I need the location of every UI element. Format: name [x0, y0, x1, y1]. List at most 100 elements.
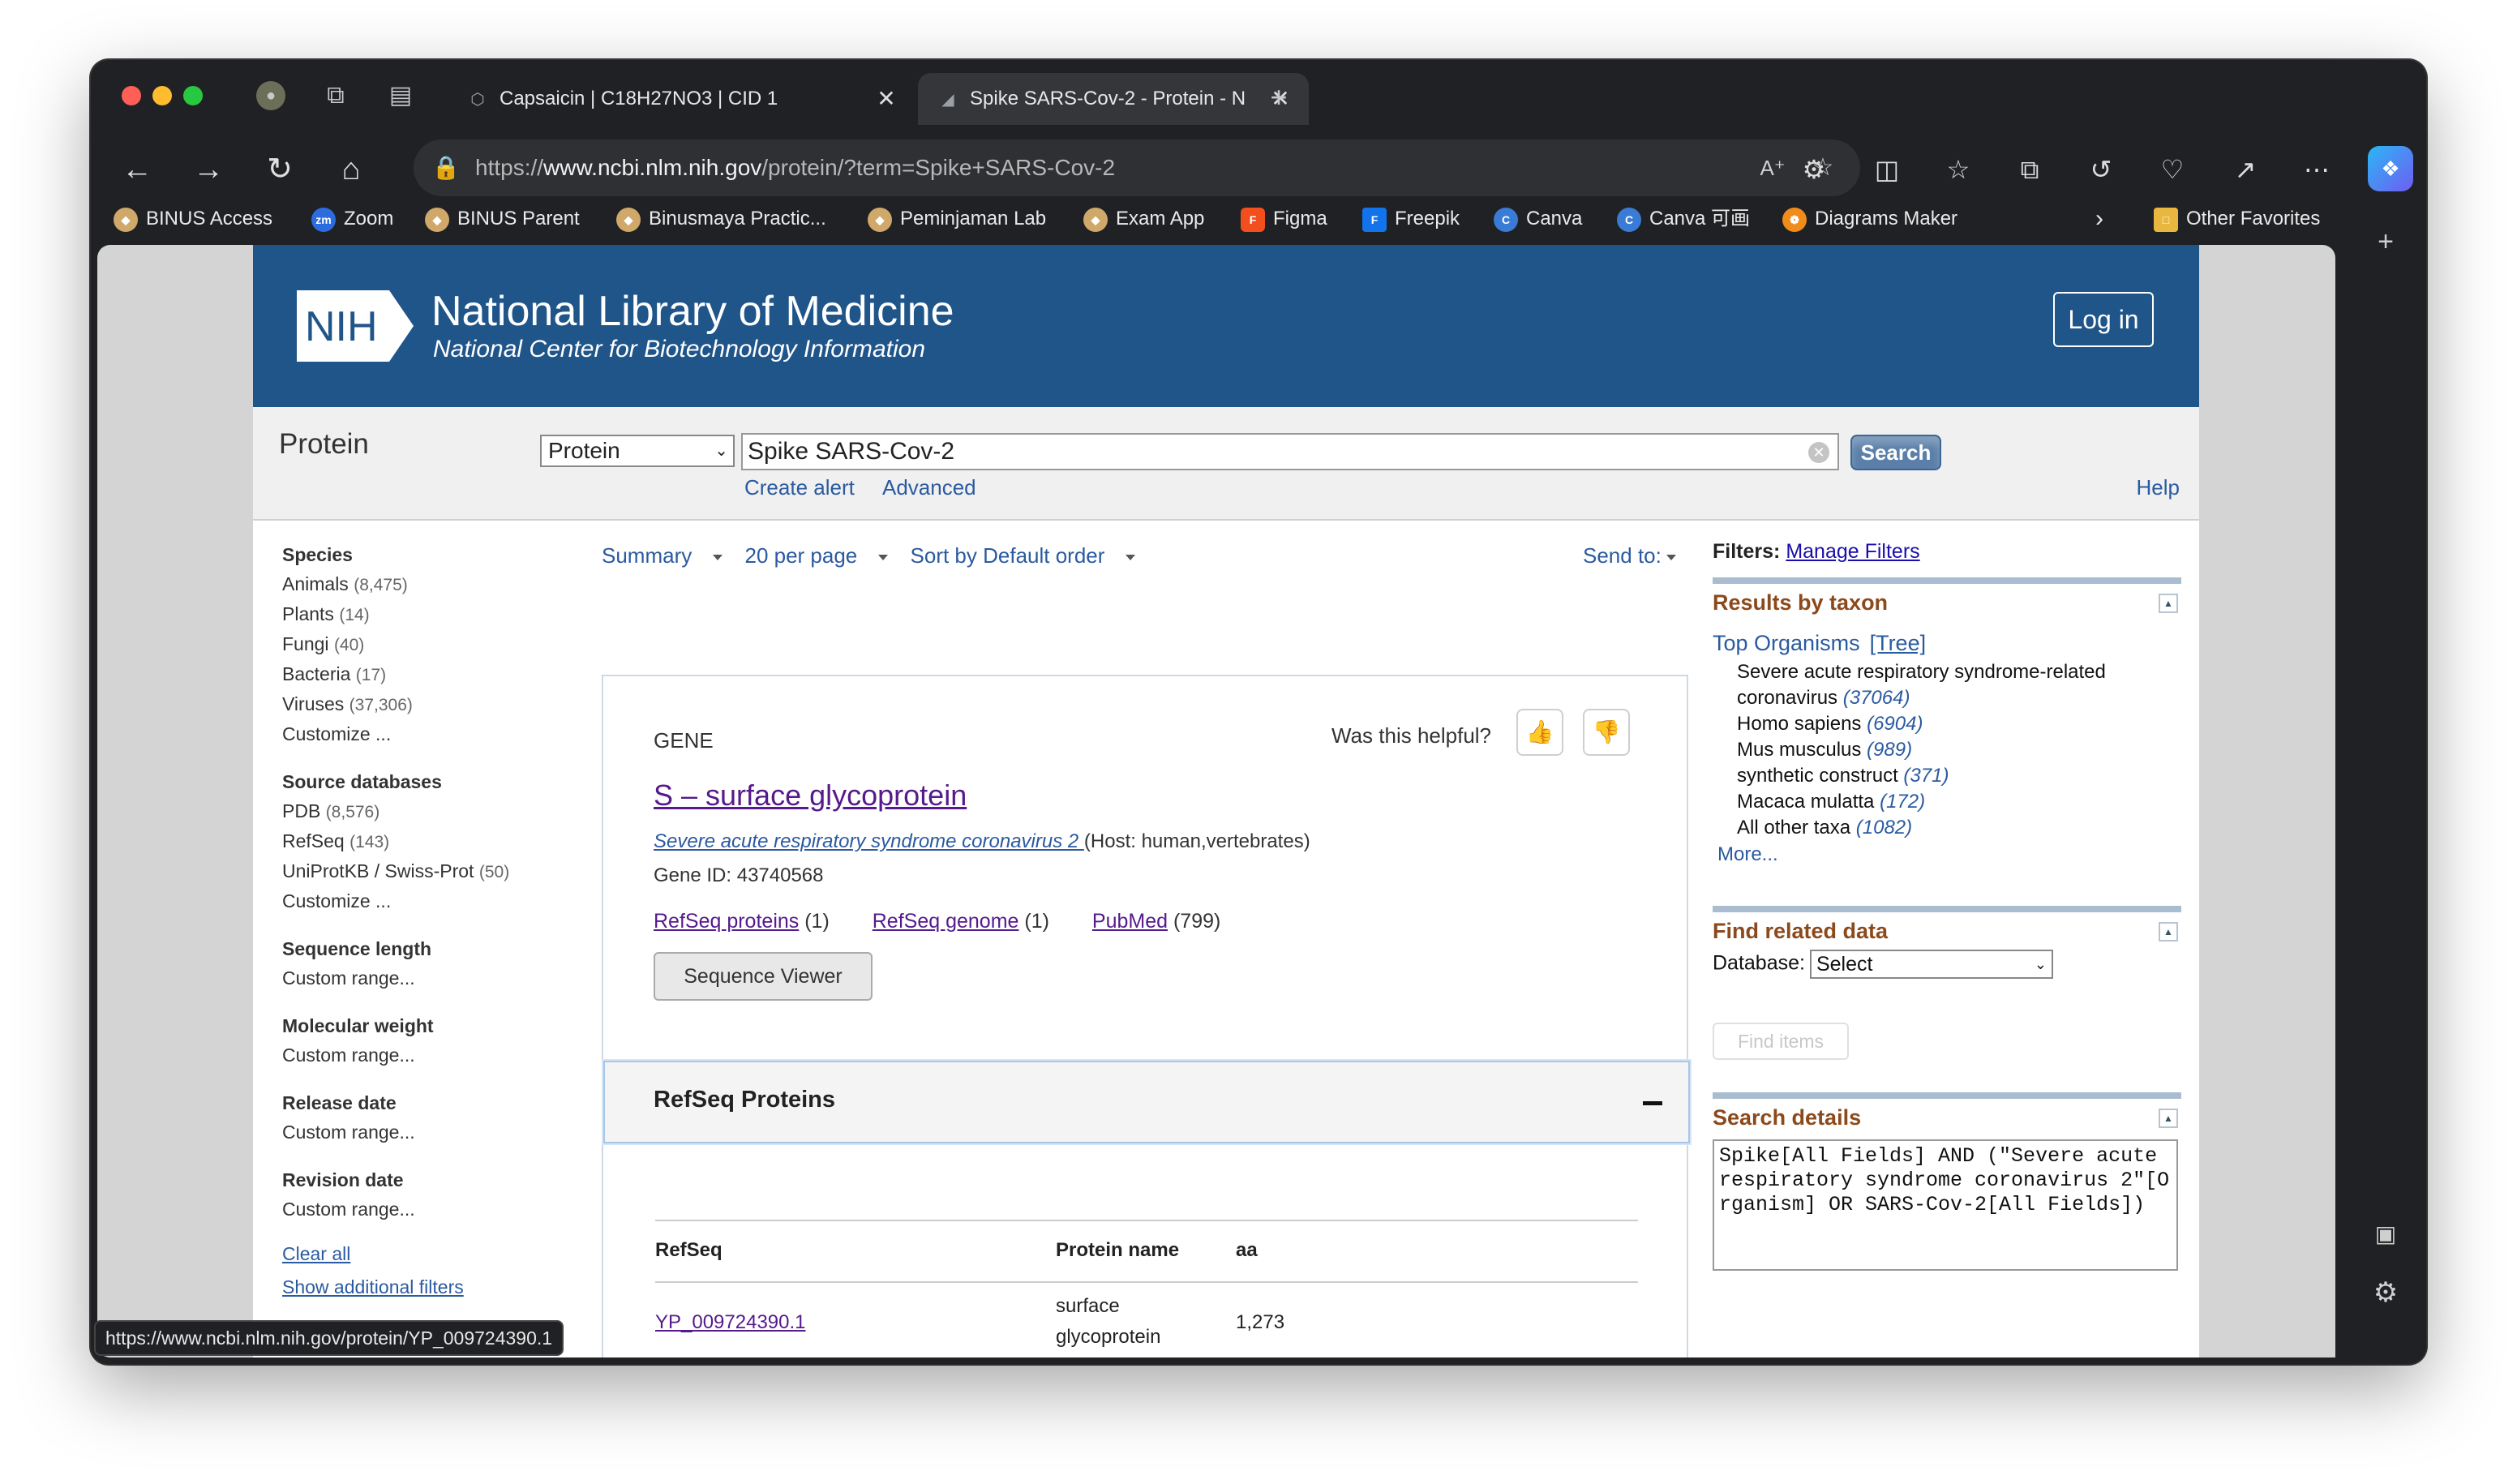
collapse-toggle-icon[interactable]: ▲	[2159, 922, 2178, 941]
search-input[interactable]: Spike SARS-Cov-2 ✕	[741, 433, 1839, 470]
facet-item[interactable]: Viruses (37,306)	[282, 689, 574, 719]
facet-item[interactable]: Customize ...	[282, 719, 574, 749]
bookmark-canva[interactable]: C Canva	[1494, 201, 1582, 237]
nih-logo[interactable]: NIH	[292, 285, 420, 367]
bookmark-canva-cn[interactable]: C Canva 可画	[1617, 201, 1750, 237]
top-organisms-link[interactable]: Top Organisms	[1713, 631, 1860, 655]
facet-item[interactable]: Customize ...	[282, 886, 574, 916]
bookmarks-overflow-icon[interactable]: ›	[2095, 201, 2103, 237]
per-page-selector[interactable]: 20 per page	[744, 543, 889, 568]
more-options-icon[interactable]: ⋯	[2296, 149, 2337, 190]
profile-avatar-icon[interactable]: ●	[256, 81, 285, 110]
address-bar[interactable]: 🔒 https://www.ncbi.nlm.nih.gov/protein/?…	[414, 139, 1860, 196]
taxon-line[interactable]: Severe acute respiratory syndrome-relate…	[1713, 659, 2181, 685]
help-link[interactable]: Help	[2137, 475, 2180, 500]
minimize-window-button[interactable]	[152, 86, 172, 105]
workspaces-icon[interactable]: ⧉	[321, 81, 350, 110]
facet-item[interactable]: Custom range...	[282, 1117, 574, 1147]
facet-item[interactable]: PDB (8,576)	[282, 796, 574, 826]
thumbs-down-button[interactable]: 👎	[1583, 709, 1630, 756]
gear-icon[interactable]: ⚙	[2366, 1273, 2405, 1312]
facet-item[interactable]: Bacteria (17)	[282, 659, 574, 689]
sort-selector[interactable]: Sort by Default order	[911, 543, 1136, 568]
refseq-proteins-section-header[interactable]: RefSeq Proteins	[603, 1061, 1690, 1143]
forward-icon[interactable]: →	[188, 149, 229, 190]
refseq-proteins-link[interactable]: RefSeq proteins	[654, 910, 799, 933]
bookmark-peminjaman-lab[interactable]: ◆ Peminjaman Lab	[868, 201, 1046, 237]
clear-all-link[interactable]: Clear all	[282, 1243, 350, 1264]
facet-item[interactable]: Fungi (40)	[282, 629, 574, 659]
bookmark-binus-access[interactable]: ◆ BINUS Access	[114, 201, 272, 237]
close-icon[interactable]: ✕	[874, 73, 898, 125]
tree-link[interactable]: [Tree]	[1870, 631, 1927, 655]
taxon-item[interactable]: Mus musculus (989)	[1713, 737, 2181, 763]
sequence-viewer-button[interactable]: Sequence Viewer	[654, 952, 873, 1001]
facet-item[interactable]: RefSeq (143)	[282, 826, 574, 856]
zoom-window-button[interactable]	[183, 86, 203, 105]
taxon-item[interactable]: Homo sapiens (6904)	[1713, 711, 2181, 737]
back-icon[interactable]: ←	[117, 149, 157, 190]
organism-link[interactable]: Severe acute respiratory syndrome corona…	[654, 830, 1084, 852]
bookmark-diagrams-maker[interactable]: ❁ Diagrams Maker	[1782, 201, 1957, 237]
taxon-item[interactable]: coronavirus (37064)	[1713, 685, 2181, 711]
bookmark-exam-app[interactable]: ◆ Exam App	[1083, 201, 1204, 237]
per-page-label: 20 per page	[744, 543, 858, 568]
facet-item[interactable]: Custom range...	[282, 963, 574, 993]
find-items-button[interactable]: Find items	[1713, 1023, 1849, 1060]
bookmark-other-favorites[interactable]: □ Other Favorites	[2154, 201, 2320, 237]
facet-item[interactable]: Animals (8,475)	[282, 569, 574, 599]
home-icon[interactable]: ⌂	[331, 149, 371, 190]
send-to-menu[interactable]: Send to:	[1583, 543, 1676, 568]
gene-name-link[interactable]: S – surface glycoprotein	[654, 778, 967, 813]
bookmark-freepik[interactable]: F Freepik	[1362, 201, 1460, 237]
facet-item[interactable]: Custom range...	[282, 1194, 574, 1225]
screenshot-icon[interactable]: ▣	[2366, 1215, 2405, 1254]
taxon-item[interactable]: All other taxa (1082)	[1713, 815, 2181, 841]
split-screen-icon[interactable]: ◫	[1867, 149, 1907, 190]
clear-icon[interactable]: ✕	[1808, 442, 1829, 463]
facet-item[interactable]: Custom range...	[282, 1040, 574, 1070]
bookmark-zoom[interactable]: zm Zoom	[311, 201, 393, 237]
database-select[interactable]: Protein ⌄	[540, 435, 735, 467]
search-button[interactable]: Search	[1850, 435, 1941, 470]
add-sidebar-icon[interactable]: +	[2366, 222, 2405, 261]
close-window-button[interactable]	[122, 86, 141, 105]
search-details-textarea[interactable]: Spike[All Fields] AND ("Severe acute res…	[1713, 1139, 2178, 1271]
refseq-genome-link[interactable]: RefSeq genome	[873, 910, 1019, 933]
login-button[interactable]: Log in	[2053, 292, 2154, 347]
lock-icon[interactable]: 🔒	[431, 139, 461, 196]
refseq-accession-link[interactable]: YP_009724390.1	[655, 1307, 806, 1338]
share-icon[interactable]: ↗	[2225, 149, 2266, 190]
history-icon[interactable]: ↺	[2081, 149, 2121, 190]
new-tab-icon[interactable]: +	[1242, 83, 1315, 112]
tab-actions-icon[interactable]: ▤	[386, 81, 415, 110]
favorites-icon[interactable]: ☆	[1938, 149, 1979, 190]
reload-icon[interactable]: ↻	[259, 149, 300, 190]
pubmed-link[interactable]: PubMed	[1092, 910, 1168, 933]
related-database-select[interactable]: Select ⌄	[1809, 950, 2053, 979]
facet-item[interactable]: Plants (14)	[282, 599, 574, 629]
show-additional-filters-link[interactable]: Show additional filters	[282, 1276, 464, 1297]
collapse-toggle-icon[interactable]: ▲	[2159, 1109, 2178, 1128]
copilot-icon[interactable]: ❖	[2368, 146, 2413, 191]
create-alert-link[interactable]: Create alert	[744, 475, 855, 500]
bookmark-binus-parent[interactable]: ◆ BINUS Parent	[425, 201, 580, 237]
read-aloud-icon[interactable]: A⁺	[1755, 139, 1790, 196]
collapse-icon[interactable]	[1643, 1101, 1662, 1105]
bookmark-figma[interactable]: F Figma	[1241, 201, 1327, 237]
bookmark-binusmaya[interactable]: ◆ Binusmaya Practic...	[616, 201, 826, 237]
manage-filters-link[interactable]: Manage Filters	[1786, 540, 1919, 563]
collections-icon[interactable]: ⧉	[2009, 149, 2050, 190]
format-selector[interactable]: Summary	[602, 543, 723, 568]
advanced-link[interactable]: Advanced	[882, 475, 976, 500]
more-taxa-link[interactable]: More...	[1713, 841, 2181, 869]
facet-item[interactable]: UniProtKB / Swiss-Prot (50)	[282, 856, 574, 886]
collapse-toggle-icon[interactable]: ▲	[2159, 594, 2178, 613]
thumbs-up-button[interactable]: 👍	[1516, 709, 1563, 756]
taxon-item[interactable]: Macaca mulatta (172)	[1713, 789, 2181, 815]
extensions-icon[interactable]: ⚙	[1794, 149, 1834, 190]
browser-essentials-icon[interactable]: ♡	[2152, 149, 2193, 190]
tab-pubchem[interactable]: ⬡ Capsaicin | C18H27NO3 | CID 1 ✕	[448, 73, 915, 125]
org-name[interactable]: National Library of Medicine	[431, 287, 954, 336]
taxon-item[interactable]: synthetic construct (371)	[1713, 763, 2181, 789]
